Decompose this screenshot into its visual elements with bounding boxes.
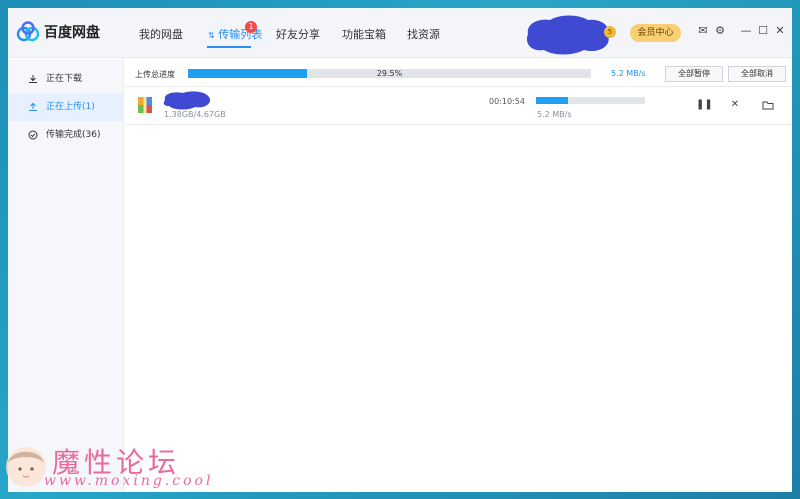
sidebar-item-uploading[interactable]: 正在上传(1) (8, 93, 124, 121)
total-progress-label: 上传总进度 (135, 70, 175, 79)
folder-icon[interactable] (762, 99, 774, 111)
cancel-icon[interactable]: ✕ (729, 99, 741, 111)
sidebar-item-label: 正在上传(1) (46, 102, 95, 112)
notification-badge: 1 (245, 21, 257, 33)
tab-my-disk[interactable]: 我的网盘 (139, 26, 183, 42)
redacted-username[interactable] (520, 12, 614, 58)
upload-icon (29, 102, 37, 111)
file-progress-bar (536, 97, 645, 104)
time-remaining: 00:10:54 (489, 97, 525, 106)
file-speed: 5.2 MB/s (537, 110, 572, 119)
pause-icon[interactable]: ❚❚ (696, 99, 713, 111)
list-item[interactable]: 1.38GB/4.67GB 00:10:54 5.2 MB/s ❚❚ ✕ (125, 87, 792, 125)
redacted-file-name (163, 91, 211, 110)
maximize-icon[interactable]: ☐ (757, 25, 769, 37)
cancel-all-button[interactable]: 全部取消 (728, 66, 786, 82)
pause-all-button[interactable]: 全部暂停 (665, 66, 723, 82)
title-bar: 百度网盘 我的网盘 ⇅ 传输列表 1 好友分享 功能宝箱 找资源 5 会员中心 … (8, 8, 792, 58)
watermark-url: www.moxing.cool (44, 473, 214, 489)
sidebar-item-label: 传输完成(36) (46, 130, 101, 140)
level-badge: 5 (604, 26, 616, 38)
sidebar-item-label: 正在下载 (46, 74, 83, 84)
tab-friend-share[interactable]: 好友分享 (276, 26, 320, 42)
transfer-icon: ⇅ (208, 31, 215, 40)
app-window: 百度网盘 我的网盘 ⇅ 传输列表 1 好友分享 功能宝箱 找资源 5 会员中心 … (8, 8, 792, 492)
archive-file-icon (138, 97, 152, 113)
tab-toolbox[interactable]: 功能宝箱 (342, 26, 386, 42)
total-progress-percent: 29.5% (376, 69, 403, 78)
sidebar-item-completed[interactable]: 传输完成(36) (8, 121, 124, 149)
app-title: 百度网盘 (44, 25, 100, 41)
file-progress-fill (536, 97, 569, 104)
gear-icon[interactable]: ⚙ (714, 25, 726, 37)
sidebar-item-downloading[interactable]: 正在下载 (8, 65, 124, 93)
check-circle-icon (28, 130, 38, 140)
file-size: 1.38GB/4.67GB (164, 110, 226, 119)
mail-icon[interactable]: ✉ (697, 25, 709, 37)
active-tab-underline (207, 46, 251, 48)
upload-summary: 上传总进度 29.5% 5.2 MB/s 全部暂停 全部取消 (125, 64, 792, 84)
close-icon[interactable]: ✕ (774, 25, 786, 37)
total-speed: 5.2 MB/s (611, 69, 646, 78)
vip-center-button[interactable]: 会员中心 (630, 24, 681, 42)
tab-find-resources[interactable]: 找资源 (407, 26, 440, 42)
download-icon (29, 75, 37, 83)
minimize-icon[interactable]: — (740, 25, 752, 37)
baidu-netdisk-logo (16, 21, 40, 42)
sidebar: 正在下载 正在上传(1) 传输完成(36) (8, 59, 124, 492)
total-progress-bar: 29.5% (188, 69, 591, 78)
